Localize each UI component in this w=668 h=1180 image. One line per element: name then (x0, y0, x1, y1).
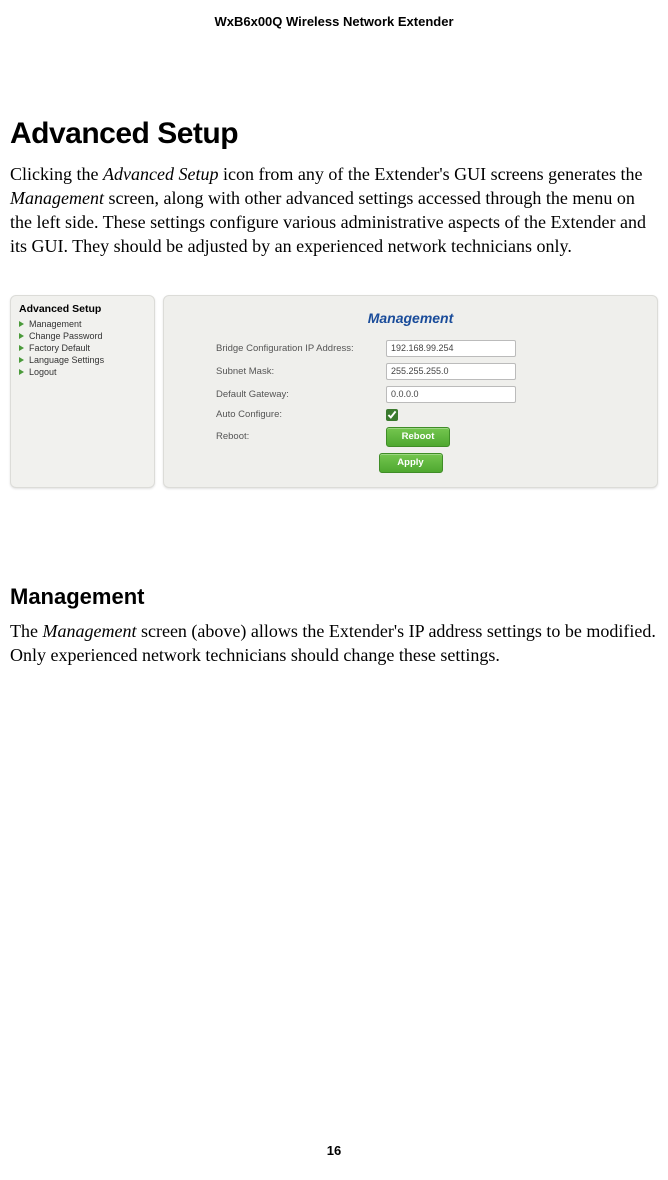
label-bridge-ip: Bridge Configuration IP Address: (216, 343, 386, 354)
text-fragment-italic: Management (10, 188, 104, 208)
text-fragment-italic: Advanced Setup (103, 164, 218, 184)
heading-advanced-setup: Advanced Setup (10, 117, 658, 151)
row-default-gateway: Default Gateway: (178, 386, 643, 403)
apply-button[interactable]: Apply (379, 453, 443, 473)
paragraph-advanced-setup: Clicking the Advanced Setup icon from an… (10, 163, 658, 259)
sidebar-panel: Advanced Setup Management Change Passwor… (10, 295, 155, 488)
row-subnet-mask: Subnet Mask: (178, 363, 643, 380)
sidebar-item-change-password[interactable]: Change Password (19, 330, 146, 342)
input-default-gateway[interactable] (386, 386, 516, 403)
chevron-right-icon (19, 345, 24, 351)
chevron-right-icon (19, 333, 24, 339)
page-number: 16 (0, 1143, 668, 1158)
chevron-right-icon (19, 357, 24, 363)
sidebar-item-label: Language Settings (29, 355, 104, 365)
checkbox-auto-configure[interactable] (386, 409, 398, 421)
page-header: WxB6x00Q Wireless Network Extender (0, 0, 668, 29)
heading-management: Management (10, 584, 658, 610)
label-reboot: Reboot: (216, 431, 386, 442)
sidebar-title: Advanced Setup (19, 303, 146, 315)
chevron-right-icon (19, 321, 24, 327)
row-reboot: Reboot: Reboot (178, 427, 643, 447)
sidebar-item-label: Factory Default (29, 343, 90, 353)
sidebar-item-management[interactable]: Management (19, 318, 146, 330)
label-auto-configure: Auto Configure: (216, 409, 386, 420)
text-fragment: icon from any of the Extender's GUI scre… (218, 164, 642, 184)
management-panel: Management Bridge Configuration IP Addre… (163, 295, 658, 488)
sidebar-item-label: Change Password (29, 331, 103, 341)
sidebar-item-language-settings[interactable]: Language Settings (19, 354, 146, 366)
paragraph-management: The Management screen (above) allows the… (10, 620, 658, 668)
text-fragment-italic: Management (42, 621, 136, 641)
text-fragment: The (10, 621, 42, 641)
label-default-gateway: Default Gateway: (216, 389, 386, 400)
chevron-right-icon (19, 369, 24, 375)
reboot-button[interactable]: Reboot (386, 427, 450, 447)
text-fragment: screen, along with other advanced settin… (10, 188, 646, 256)
input-subnet-mask[interactable] (386, 363, 516, 380)
row-bridge-ip: Bridge Configuration IP Address: (178, 340, 643, 357)
text-fragment: Clicking the (10, 164, 103, 184)
sidebar-item-label: Management (29, 319, 82, 329)
row-auto-configure: Auto Configure: (178, 409, 643, 421)
row-apply: Apply (178, 453, 643, 473)
sidebar-item-factory-default[interactable]: Factory Default (19, 342, 146, 354)
sidebar-item-label: Logout (29, 367, 57, 377)
label-subnet-mask: Subnet Mask: (216, 366, 386, 377)
sidebar-item-logout[interactable]: Logout (19, 366, 146, 378)
panel-title: Management (178, 310, 643, 326)
input-bridge-ip[interactable] (386, 340, 516, 357)
management-screenshot: Advanced Setup Management Change Passwor… (10, 295, 658, 488)
